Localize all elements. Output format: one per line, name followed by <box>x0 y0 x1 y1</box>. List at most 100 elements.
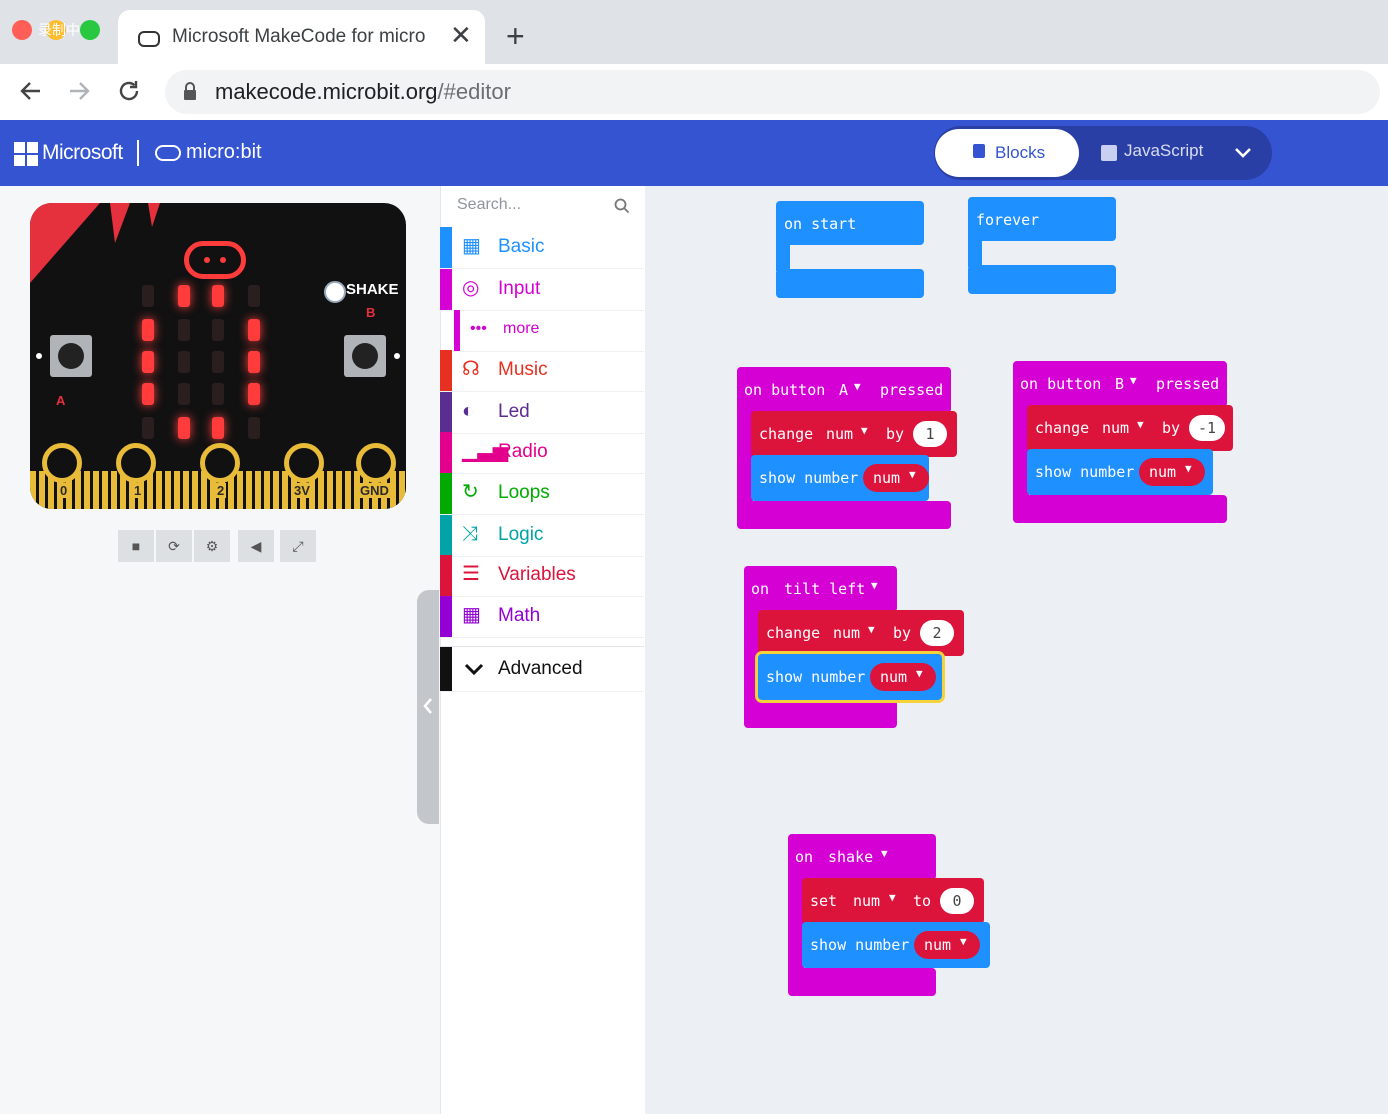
show-number-block[interactable]: show number num ▼ <box>1027 449 1213 495</box>
on-button-b-block[interactable]: on button B ▼ pressed change num ▼ by -1… <box>1013 361 1233 523</box>
on-start-side <box>776 241 790 271</box>
change-block[interactable]: change num ▼ by -1 <box>1027 405 1233 451</box>
number-input[interactable]: 2 <box>920 620 954 646</box>
dropdown-caret-icon[interactable]: ▼ <box>909 468 916 481</box>
back-arrow-icon[interactable] <box>18 78 44 109</box>
number-input[interactable]: 0 <box>940 888 974 914</box>
dropdown-caret-icon[interactable]: ▼ <box>960 935 967 948</box>
pin-gnd[interactable] <box>356 443 396 483</box>
dropdown-caret-icon[interactable]: ▼ <box>871 579 878 592</box>
led <box>212 285 224 307</box>
category-logic[interactable]: ⤨ Logic <box>440 515 644 557</box>
button-dropdown[interactable]: A <box>839 381 848 399</box>
dropdown-caret-icon[interactable]: ▼ <box>861 424 868 437</box>
dropdown-caret-icon[interactable]: ▼ <box>889 891 896 904</box>
pin-2[interactable] <box>200 443 240 483</box>
variable-reporter[interactable]: num ▼ <box>870 663 936 691</box>
forward-arrow-icon[interactable] <box>66 78 92 109</box>
number-input[interactable]: -1 <box>1189 415 1225 441</box>
variable-dropdown[interactable]: num <box>1102 419 1129 437</box>
category-color-bar <box>440 227 452 268</box>
change-block[interactable]: change num ▼ by 2 <box>758 610 964 656</box>
variable-dropdown[interactable]: num <box>833 624 860 642</box>
show-number-block[interactable]: show number num ▼ <box>751 455 929 501</box>
touch-logo-icon[interactable] <box>184 241 246 279</box>
microsoft-logo-icon[interactable] <box>14 142 38 166</box>
javascript-mode-button[interactable]: JavaScript <box>1124 141 1203 161</box>
gesture-dropdown[interactable]: tilt left <box>784 580 865 598</box>
variable-reporter[interactable]: num ▼ <box>1139 458 1205 486</box>
collapse-simulator-handle[interactable] <box>417 590 439 824</box>
variable-reporter[interactable]: num ▼ <box>914 931 980 959</box>
dropdown-caret-icon[interactable]: ▼ <box>1130 374 1137 387</box>
on-button-a-block[interactable]: on button A ▼ pressed change num ▼ by 1 … <box>737 367 957 529</box>
category-input[interactable]: ◎ Input <box>440 269 644 311</box>
category-variables[interactable]: ☰ Variables <box>440 555 644 597</box>
category-input-more[interactable]: ••• more <box>440 310 644 352</box>
window-close-dot[interactable] <box>12 20 32 40</box>
set-block[interactable]: set num ▼ to 0 <box>802 878 984 924</box>
by-label: by <box>1162 419 1181 437</box>
on-shake-block[interactable]: on shake ▼ set num ▼ to 0 show number nu… <box>788 834 990 996</box>
show-number-block[interactable]: show number num ▼ <box>755 651 945 703</box>
number-input[interactable]: 1 <box>913 421 947 447</box>
category-loops[interactable]: ↻ Loops <box>440 473 644 515</box>
dropdown-caret-icon[interactable]: ▼ <box>1185 462 1192 475</box>
debug-icon[interactable]: ⚙ <box>194 530 230 562</box>
pin-1[interactable] <box>116 443 156 483</box>
stop-icon[interactable]: ■ <box>118 530 154 562</box>
shuffle-icon: ⤨ <box>462 523 478 545</box>
change-block[interactable]: change num ▼ by 1 <box>751 411 957 457</box>
fullscreen-icon[interactable]: ⤢ <box>280 530 316 562</box>
category-label: more <box>503 320 540 337</box>
window-zoom-dot[interactable] <box>80 20 100 40</box>
show-number-block[interactable]: show number num ▼ <box>802 922 990 968</box>
mute-icon[interactable]: ◀ <box>238 530 274 562</box>
microbit-brand[interactable]: micro:bit <box>186 141 262 164</box>
dropdown-caret-icon[interactable]: ▼ <box>881 847 888 860</box>
url-text[interactable]: makecode.microbit.org/#editor <box>215 79 511 105</box>
led <box>178 319 190 341</box>
variable-name: num <box>924 936 952 954</box>
forever-block[interactable]: forever <box>968 197 1116 294</box>
board-dot <box>394 353 400 359</box>
dropdown-caret-icon[interactable]: ▼ <box>916 667 923 680</box>
variable-reporter[interactable]: num ▼ <box>863 464 929 492</box>
button-a[interactable] <box>50 335 92 377</box>
category-basic[interactable]: ▦ Basic <box>440 227 644 269</box>
new-tab-icon[interactable]: + <box>506 20 525 52</box>
dropdown-caret-icon[interactable]: ▼ <box>868 623 875 636</box>
reload-icon[interactable] <box>116 78 142 109</box>
on-tilt-left-block[interactable]: on tilt left ▼ change num ▼ by 2 show nu… <box>744 566 964 728</box>
category-label: Logic <box>498 524 544 545</box>
category-advanced[interactable]: Advanced <box>440 646 644 692</box>
to-label: to <box>913 892 932 910</box>
variable-dropdown[interactable]: num <box>826 425 853 443</box>
button-dropdown[interactable]: B <box>1115 375 1124 393</box>
variable-dropdown[interactable]: num <box>853 892 880 910</box>
category-music[interactable]: ☊ Music <box>440 350 644 392</box>
microbit-board[interactable]: SHAKE A B 0 1 2 3V GND <box>30 203 406 509</box>
pin-3v[interactable] <box>284 443 324 483</box>
tab-close-icon[interactable]: ✕ <box>450 22 472 48</box>
microsoft-brand[interactable]: Microsoft <box>42 141 123 165</box>
led <box>248 285 260 307</box>
dropdown-caret-icon[interactable]: ▼ <box>1137 418 1144 431</box>
button-b[interactable] <box>344 335 386 377</box>
shake-toggle-icon[interactable] <box>324 281 346 303</box>
javascript-mode-label: JavaScript <box>1124 141 1204 160</box>
search-icon[interactable] <box>614 198 630 219</box>
restart-icon[interactable]: ⟳ <box>156 530 192 562</box>
pin-0[interactable] <box>42 443 82 483</box>
dropdown-caret-icon[interactable]: ▼ <box>854 380 861 393</box>
category-math[interactable]: ▦ Math <box>440 596 644 638</box>
event-foot <box>737 501 951 529</box>
gesture-dropdown[interactable]: shake <box>828 848 873 866</box>
chevron-down-icon[interactable] <box>1234 146 1252 165</box>
toolbox-search-input[interactable]: Search... <box>457 196 521 214</box>
category-radio[interactable]: ▁▃▅ Radio <box>440 432 644 474</box>
blocks-mode-button[interactable]: Blocks <box>935 129 1079 177</box>
event-foot <box>744 700 897 728</box>
on-start-block[interactable]: on start <box>776 201 924 298</box>
category-led[interactable]: ◐ Led <box>440 392 644 434</box>
